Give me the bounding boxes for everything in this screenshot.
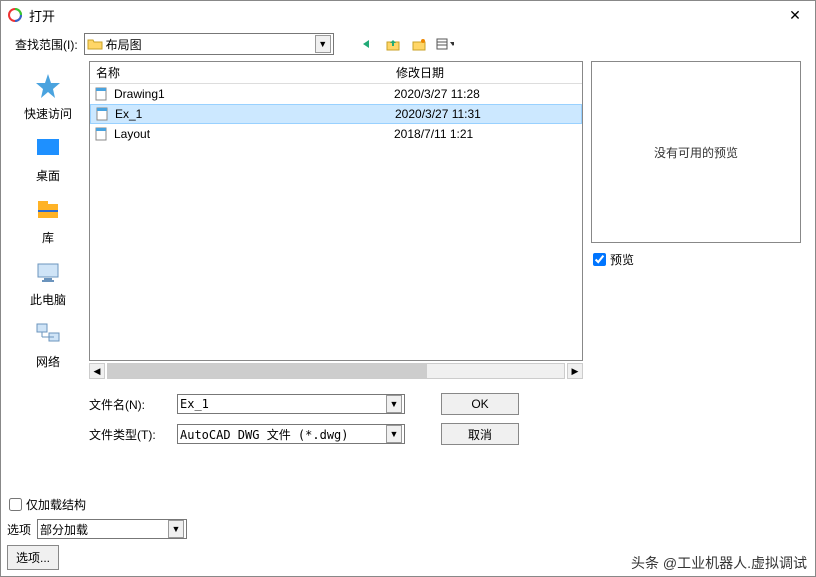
places-sidebar: 快速访问 桌面 库 此电脑 网络 bbox=[15, 61, 81, 445]
views-icon[interactable] bbox=[436, 35, 454, 53]
chevron-down-icon[interactable]: ▼ bbox=[386, 395, 402, 413]
scroll-left-icon[interactable]: ◀ bbox=[89, 363, 105, 379]
file-name: Ex_1 bbox=[115, 107, 395, 121]
sidebar-item-label: 库 bbox=[42, 229, 54, 246]
lookin-row: 查找范围(I): 布局图 ▼ bbox=[1, 29, 815, 61]
file-icon bbox=[95, 107, 111, 121]
app-icon bbox=[7, 7, 23, 23]
filetype-value: AutoCAD DWG 文件 (*.dwg) bbox=[180, 426, 386, 443]
file-name: Layout bbox=[114, 127, 394, 141]
file-date: 2018/7/11 1:21 bbox=[394, 127, 473, 141]
back-icon[interactable] bbox=[358, 35, 376, 53]
lookin-dropdown[interactable]: 布局图 ▼ bbox=[84, 33, 334, 55]
filelist-header: 名称 修改日期 bbox=[90, 62, 582, 84]
load-struct-row[interactable]: 仅加载结构 bbox=[9, 496, 809, 513]
window-title: 打开 bbox=[29, 6, 781, 25]
file-row[interactable]: Ex_12020/3/27 11:31 bbox=[90, 104, 582, 124]
preview-panel: 没有可用的预览 预览 bbox=[591, 61, 801, 445]
filename-input[interactable]: Ex_1 ▼ bbox=[177, 394, 405, 414]
libraries-icon bbox=[32, 194, 64, 226]
load-struct-checkbox[interactable] bbox=[9, 498, 22, 511]
chevron-down-icon[interactable]: ▼ bbox=[168, 520, 184, 538]
scroll-thumb[interactable] bbox=[108, 364, 427, 378]
scroll-track[interactable] bbox=[107, 363, 565, 379]
chevron-down-icon[interactable]: ▼ bbox=[315, 35, 331, 53]
close-button[interactable]: ✕ bbox=[781, 5, 809, 25]
options-button[interactable]: 选项... bbox=[7, 545, 59, 570]
sidebar-item-label: 快速访问 bbox=[24, 105, 72, 122]
preview-checkbox-label: 预览 bbox=[610, 251, 634, 268]
file-icon bbox=[94, 127, 110, 141]
filelist[interactable]: 名称 修改日期 Drawing12020/3/27 11:28Ex_12020/… bbox=[89, 61, 583, 361]
desktop-icon bbox=[32, 132, 64, 164]
titlebar: 打开 ✕ bbox=[1, 1, 815, 29]
options-value: 部分加载 bbox=[40, 521, 168, 538]
filename-value: Ex_1 bbox=[180, 397, 386, 411]
preview-checkbox[interactable] bbox=[593, 253, 606, 266]
cancel-button[interactable]: 取消 bbox=[441, 423, 519, 445]
form-area: 文件名(N): Ex_1 ▼ OK 文件类型(T): AutoCAD DWG 文… bbox=[89, 393, 583, 445]
up-folder-icon[interactable] bbox=[384, 35, 402, 53]
thispc-icon bbox=[32, 256, 64, 288]
lookin-value: 布局图 bbox=[106, 36, 315, 53]
file-name: Drawing1 bbox=[114, 87, 394, 101]
sidebar-item-quickaccess[interactable]: 快速访问 bbox=[24, 67, 72, 125]
sidebar-item-desktop[interactable]: 桌面 bbox=[32, 129, 64, 187]
filetype-label: 文件类型(T): bbox=[89, 426, 167, 443]
horizontal-scrollbar[interactable]: ◀ ▶ bbox=[89, 363, 583, 379]
options-label: 选项 bbox=[7, 521, 31, 538]
file-date: 2020/3/27 11:28 bbox=[394, 87, 480, 101]
quickaccess-icon bbox=[32, 70, 64, 102]
file-icon bbox=[94, 87, 110, 101]
filelist-panel: 名称 修改日期 Drawing12020/3/27 11:28Ex_12020/… bbox=[89, 61, 583, 445]
file-row[interactable]: Drawing12020/3/27 11:28 bbox=[90, 84, 582, 104]
sidebar-item-network[interactable]: 网络 bbox=[32, 315, 64, 373]
preview-checkbox-row[interactable]: 预览 bbox=[593, 251, 801, 268]
column-name[interactable]: 名称 bbox=[90, 64, 390, 81]
filetype-dropdown[interactable]: AutoCAD DWG 文件 (*.dwg) ▼ bbox=[177, 424, 405, 444]
sidebar-item-label: 此电脑 bbox=[30, 291, 66, 308]
toolbar bbox=[358, 35, 454, 53]
chevron-down-icon[interactable]: ▼ bbox=[386, 425, 402, 443]
sidebar-item-thispc[interactable]: 此电脑 bbox=[30, 253, 66, 311]
lookin-label: 查找范围(I): bbox=[15, 36, 78, 53]
sidebar-item-label: 桌面 bbox=[36, 167, 60, 184]
file-date: 2020/3/27 11:31 bbox=[395, 107, 481, 121]
preview-box: 没有可用的预览 bbox=[591, 61, 801, 243]
new-folder-icon[interactable] bbox=[410, 35, 428, 53]
sidebar-item-label: 网络 bbox=[36, 353, 60, 370]
load-struct-label: 仅加载结构 bbox=[26, 496, 86, 513]
column-date[interactable]: 修改日期 bbox=[390, 64, 582, 81]
file-row[interactable]: Layout2018/7/11 1:21 bbox=[90, 124, 582, 144]
main-area: 快速访问 桌面 库 此电脑 网络 名称 修改日期 Drawing12020/3/… bbox=[1, 61, 815, 445]
ok-button[interactable]: OK bbox=[441, 393, 519, 415]
scroll-right-icon[interactable]: ▶ bbox=[567, 363, 583, 379]
nopreview-text: 没有可用的预览 bbox=[654, 144, 738, 161]
options-dropdown[interactable]: 部分加载 ▼ bbox=[37, 519, 187, 539]
sidebar-item-libraries[interactable]: 库 bbox=[32, 191, 64, 249]
footer-watermark: 头条 @工业机器人.虚拟调试 bbox=[631, 553, 807, 573]
filename-label: 文件名(N): bbox=[89, 396, 167, 413]
network-icon bbox=[32, 318, 64, 350]
folder-icon bbox=[87, 36, 103, 52]
